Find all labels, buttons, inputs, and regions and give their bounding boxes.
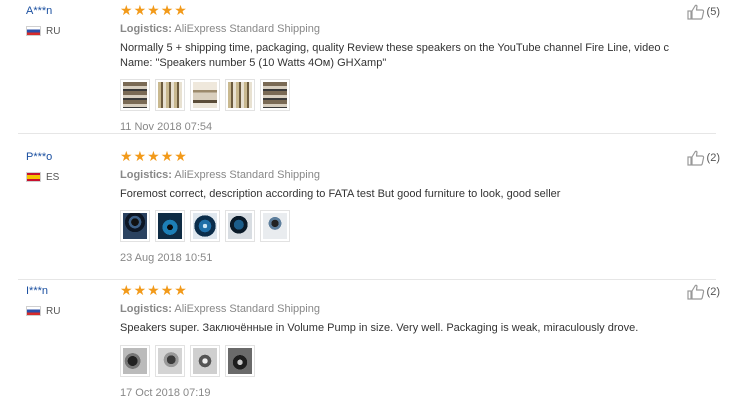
star-icon: ★ <box>174 3 187 19</box>
star-rating: ★ ★ ★ ★ ★ <box>120 150 680 164</box>
review-photo-thumbnail[interactable] <box>260 79 290 111</box>
star-icon: ★ <box>160 283 174 299</box>
russia-flag-icon <box>26 26 41 36</box>
star-icon: ★ <box>174 283 187 299</box>
review-item: I***n RU ★ ★ ★ ★ ★ Logistics: AliExpress… <box>0 280 750 400</box>
star-rating: ★ ★ ★ ★ ★ <box>120 284 680 298</box>
spain-flag-icon <box>26 172 41 182</box>
star-rating: ★ ★ ★ ★ ★ <box>120 4 680 18</box>
review-item: A***n RU ★ ★ ★ ★ ★ Logistics: AliExpress… <box>0 0 750 134</box>
review-content: ★ ★ ★ ★ ★ Logistics: AliExpress Standard… <box>120 4 680 134</box>
star-icon: ★ <box>120 149 133 165</box>
review-content: ★ ★ ★ ★ ★ Logistics: AliExpress Standard… <box>120 284 680 400</box>
star-icon: ★ <box>120 283 133 299</box>
logistics-info: Logistics: AliExpress Standard Shipping <box>120 23 680 36</box>
helpful-count: (5) <box>706 6 720 18</box>
thumbs-up-icon <box>686 4 704 20</box>
review-photos <box>120 210 680 242</box>
star-icon: ★ <box>147 3 160 19</box>
review-photo-thumbnail[interactable] <box>225 345 255 377</box>
reviewer-country: RU <box>26 305 116 317</box>
star-icon: ★ <box>147 283 160 299</box>
country-code: RU <box>46 305 61 317</box>
helpful-button[interactable]: (2) <box>686 150 720 166</box>
review-photo-thumbnail[interactable] <box>225 79 255 111</box>
star-icon: ★ <box>133 149 147 165</box>
review-photos <box>120 79 680 111</box>
star-icon: ★ <box>133 283 147 299</box>
logistics-info: Logistics: AliExpress Standard Shipping <box>120 169 680 182</box>
logistics-value: AliExpress Standard Shipping <box>174 23 320 35</box>
review-content: ★ ★ ★ ★ ★ Logistics: AliExpress Standard… <box>120 150 680 265</box>
review-date: 17 Oct 2018 07:19 <box>120 387 211 399</box>
reviewer-info: P***o ES <box>26 151 116 183</box>
russia-flag-icon <box>26 306 41 316</box>
review-photo-thumbnail[interactable] <box>225 210 255 242</box>
star-icon: ★ <box>133 3 147 19</box>
star-icon: ★ <box>160 3 174 19</box>
review-photo-thumbnail[interactable] <box>155 345 185 377</box>
review-item: P***o ES ★ ★ ★ ★ ★ Logistics: AliExpress… <box>0 146 750 280</box>
star-icon: ★ <box>147 149 160 165</box>
review-text: Normally 5 + shipping time, packaging, q… <box>120 42 669 69</box>
review-text: Speakers super. Заключённые in Volume Pu… <box>120 322 639 334</box>
logistics-label: Logistics: <box>120 169 172 181</box>
reviewer-country: ES <box>26 171 116 183</box>
star-icon: ★ <box>174 149 187 165</box>
reviewer-country: RU <box>26 25 116 37</box>
reviewer-info: A***n RU <box>26 5 116 37</box>
logistics-value: AliExpress Standard Shipping <box>174 303 320 315</box>
review-photo-thumbnail[interactable] <box>190 79 220 111</box>
helpful-count: (2) <box>706 152 720 164</box>
review-photo-thumbnail[interactable] <box>260 210 290 242</box>
review-divider <box>18 133 716 134</box>
logistics-info: Logistics: AliExpress Standard Shipping <box>120 303 680 316</box>
helpful-button[interactable]: (5) <box>686 4 720 20</box>
logistics-label: Logistics: <box>120 23 172 35</box>
logistics-value: AliExpress Standard Shipping <box>174 169 320 181</box>
review-text: Foremost correct, description according … <box>120 188 561 200</box>
reviewer-name: A***n <box>26 5 53 17</box>
feedback-list: A***n RU ★ ★ ★ ★ ★ Logistics: AliExpress… <box>0 0 750 400</box>
logistics-label: Logistics: <box>120 303 172 315</box>
reviewer-name: P***o <box>26 151 53 163</box>
reviewer-info: I***n RU <box>26 285 116 317</box>
review-photo-thumbnail[interactable] <box>190 210 220 242</box>
helpful-count: (2) <box>706 286 720 298</box>
review-photos <box>120 345 680 377</box>
review-photo-thumbnail[interactable] <box>120 79 150 111</box>
helpful-button[interactable]: (2) <box>686 284 720 300</box>
review-photo-thumbnail[interactable] <box>155 210 185 242</box>
review-photo-thumbnail[interactable] <box>155 79 185 111</box>
review-photo-thumbnail[interactable] <box>120 345 150 377</box>
review-date: 23 Aug 2018 10:51 <box>120 252 213 264</box>
reviewer-name: I***n <box>26 285 49 297</box>
thumbs-up-icon <box>686 150 704 166</box>
review-photo-thumbnail[interactable] <box>120 210 150 242</box>
country-code: RU <box>46 25 61 37</box>
star-icon: ★ <box>120 3 133 19</box>
country-code: ES <box>46 171 60 183</box>
thumbs-up-icon <box>686 284 704 300</box>
star-icon: ★ <box>160 149 174 165</box>
review-photo-thumbnail[interactable] <box>190 345 220 377</box>
